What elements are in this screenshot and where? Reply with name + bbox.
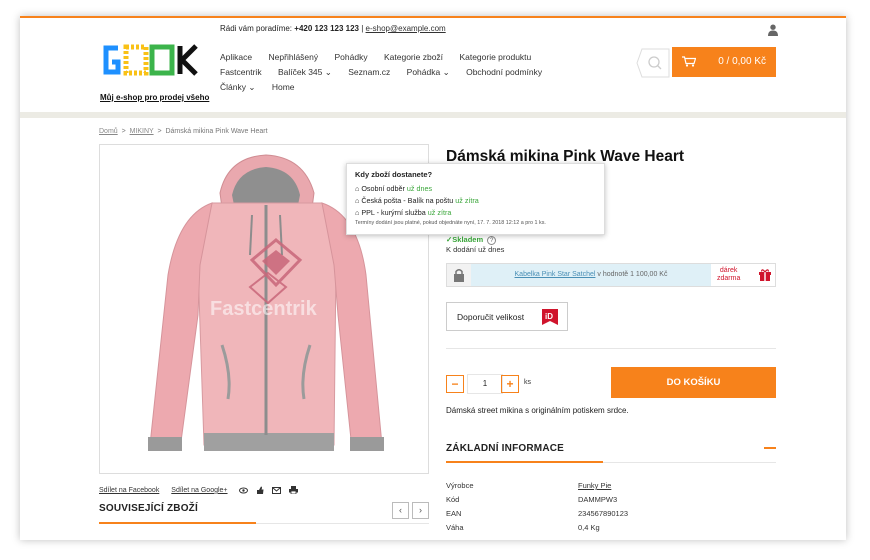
delivery-option-name: Osobní odběr [361,184,405,193]
delivery-option-time: už zítra [427,208,452,217]
divider [446,348,776,349]
quantity-input[interactable]: 1 [467,374,503,394]
spec-value-manufacturer[interactable]: Funky Pie [578,481,611,490]
top-accent-line [20,16,846,18]
size-badge-text: iD [545,312,553,321]
popup-title: Kdy zboží dostanete? [355,170,433,179]
breadcrumb-category[interactable]: MIKINY [130,128,154,135]
stock-status: ✓Skladem? [446,235,497,245]
product-description: Dámská street mikina s originálním potis… [446,406,629,415]
quantity-decrease-button[interactable]: − [446,375,464,393]
related-prev-button[interactable]: ‹ [392,502,409,519]
basic-info-heading[interactable]: ZÁKLADNÍ INFORMACE [446,443,564,454]
truck-icon: ⌂ [355,184,360,193]
delivery-option-time: už zítra [455,196,479,205]
truck-icon: ⌂ [355,196,360,205]
lock-box [447,264,471,286]
breadcrumb: Domů > MIKINY > Dámská mikina Pink Wave … [99,128,268,135]
gift-offer: Kabelka Pink Star Satchel v hodnotě 1 10… [471,264,711,286]
spec-value: 2345678901​23 [578,509,629,518]
breadcrumb-current: Dámská mikina Pink Wave Heart [165,128,268,135]
mail-icon[interactable] [272,486,282,494]
gift-icon [759,269,771,281]
gift-label-line1: dárek [719,267,738,274]
nav-item-obchodni-podminky[interactable]: Obchodní podmínky [466,65,542,80]
nav-item-fastcentrik[interactable]: Fastcentrik [220,65,262,80]
delivery-option-name: Česká pošta - Balík na poštu [361,196,454,205]
breadcrumb-home[interactable]: Domů [99,128,118,135]
contact-separator: | [361,24,364,33]
spec-label: Váha [446,523,464,532]
contact-bar: Rádi vám poradíme: +420 123 123 123 | e-… [220,24,446,33]
related-products-heading: SOUVISEJÍCÍ ZBOŽÍ [99,503,198,514]
nav-item-pohadky[interactable]: Pohádky [335,50,368,65]
gift-value: v hodnotě 1 100,00 Kč [597,271,668,278]
nav-item-aplikace[interactable]: Aplikace [220,50,252,65]
spec-label: Výrobce [446,481,474,490]
spec-label: EAN [446,509,462,518]
lock-icon [454,269,464,282]
truck-icon: ⌂ [355,208,360,217]
stock-label: Skladem [452,235,484,244]
nav-item-home[interactable]: Home [272,80,295,95]
size-id-icon: iD [542,309,558,325]
cart-button[interactable]: 0 / 0,00 Kč [672,47,776,77]
add-to-cart-button[interactable]: DO KOŠÍKU [611,367,776,398]
nav-item-balicek[interactable]: Balíček 345 ⌄ [278,65,332,80]
print-icon[interactable] [289,486,299,495]
gift-label-line2: zdarma [717,275,741,282]
image-watermark: Fastcentrik [210,298,318,320]
contact-email[interactable]: e-shop@example.com [366,24,446,33]
nav-item-kategorie-produktu[interactable]: Kategorie produktu [459,50,531,65]
related-underline [99,522,429,524]
delivery-option-name: PPL - kurýrní služba [361,208,426,217]
breadcrumb-separator: > [119,128,128,135]
spec-value: DAMMPW3 [578,495,618,504]
help-icon[interactable]: ? [487,236,497,245]
gift-label: dárek zdarma [717,267,740,283]
quantity-unit: ks [524,379,531,386]
delivery-option: ⌂ Osobní odběr už dnes [355,184,596,193]
delivery-popup: Kdy zboží dostanete? ⌂ Osobní odběr už d… [346,163,605,235]
eye-icon[interactable] [239,487,249,494]
delivery-info: K dodání už dnes [446,245,505,254]
delivery-option-time: už dnes [406,184,433,193]
basic-info-underline [446,461,776,463]
search-button[interactable] [636,48,670,78]
nav-item-pohadka[interactable]: Pohádka ⌄ [407,65,450,80]
nav-item-neprihlaseny[interactable]: Nepřihlášený [269,50,319,65]
delivery-option: ⌂ Česká pošta - Balík na poštu už zítra [355,196,596,205]
gift-bar: Kabelka Pink Star Satchel v hodnotě 1 10… [446,263,776,287]
related-next-button[interactable]: › [412,502,429,519]
collapse-icon[interactable] [764,447,776,449]
share-bar: Sdílet na Facebook Sdílet na Google+ [99,486,299,495]
main-nav: Aplikace Nepřihlášený Pohádky Kategorie … [220,50,600,95]
popup-note: Termíny dodání jsou platné, pokud objedn… [355,220,546,226]
page-frame: Rádi vám poradíme: +420 123 123 123 | e-… [20,16,846,540]
spec-value: 0,4 Kg [578,523,600,532]
gift-product-link[interactable]: Kabelka Pink Star Satchel [515,271,596,278]
cart-icon [682,56,696,67]
nav-item-seznam[interactable]: Seznam.cz [348,65,390,80]
quantity-increase-button[interactable]: + [501,375,519,393]
thumbs-up-icon[interactable] [256,486,264,494]
nav-item-clanky[interactable]: Články ⌄ [220,80,255,95]
contact-label: Rádi vám poradíme: [220,24,293,33]
contact-phone[interactable]: +420 123 123 123 [294,24,359,33]
logo[interactable] [100,42,200,78]
breadcrumb-separator: > [155,128,164,135]
user-icon[interactable] [768,24,778,36]
share-facebook-link[interactable]: Sdílet na Facebook [99,487,159,494]
delivery-option: ⌂ PPL - kurýrní služba už zítra [355,208,596,217]
recommend-size-button[interactable]: Doporučit velikost iD [446,302,568,331]
cart-total: 0 / 0,00 Kč [718,56,766,67]
spec-label: Kód [446,495,460,504]
share-google-link[interactable]: Sdílet na Google+ [171,487,227,494]
nav-item-kategorie-zbozi[interactable]: Kategorie zboží [384,50,443,65]
tagline[interactable]: Můj e-shop pro prodej všeho [100,93,209,102]
recommend-size-label: Doporučit velikost [457,312,525,322]
header-divider [20,112,846,118]
